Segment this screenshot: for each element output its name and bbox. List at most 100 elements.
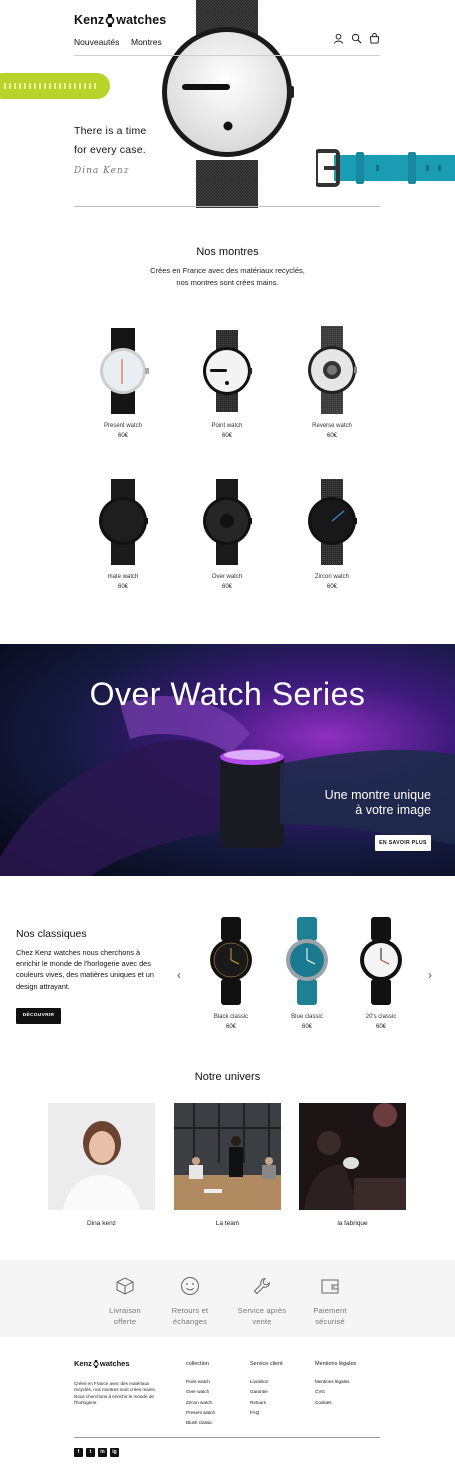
footer-link[interactable]: Over watch — [186, 1389, 215, 1394]
feature-line-1: Service après — [237, 1306, 287, 1315]
footer-link[interactable]: Mentions légales — [315, 1379, 356, 1384]
classics-description: Chez Kenz watches nous cherchons à enric… — [16, 948, 154, 991]
product-price: 60€ — [221, 433, 232, 439]
product-card-reverse[interactable]: Reverse watch 60€ — [282, 326, 382, 439]
linkedin-icon[interactable]: in — [98, 1448, 107, 1457]
feature-secure-payment: Paiement sécurisé — [291, 1276, 369, 1327]
feature-line-2: sécurisé — [315, 1317, 345, 1326]
product-name: Over watch — [211, 574, 243, 580]
mate-watch-image — [99, 479, 148, 565]
nav-montres[interactable]: Montres — [131, 37, 162, 47]
banner-subtitle: Une montre unique à votre image — [325, 788, 431, 818]
discover-button[interactable]: DÉCOUVRIR — [16, 1008, 61, 1024]
footer-col-title: collection — [186, 1361, 209, 1367]
footer-link[interactable]: Garantie — [250, 1389, 283, 1394]
present-watch-image — [100, 328, 149, 414]
founder-photo — [48, 1103, 155, 1210]
logo-text-left: Kenz — [74, 13, 105, 27]
header-icons — [333, 33, 380, 44]
box-icon — [116, 1277, 134, 1295]
collection-subtitle-2: nos montres sont crées mains. — [176, 278, 279, 287]
cart-icon[interactable] — [369, 33, 380, 44]
hero-watch-image — [162, 0, 294, 208]
zircon-watch-image — [308, 479, 357, 565]
univers-card-founder[interactable]: Dina kenz — [48, 1103, 155, 1227]
feature-line-1: Paiement — [313, 1306, 347, 1315]
product-card-zircon[interactable]: Zircon watch 60€ — [282, 477, 382, 590]
lime-strap-image — [0, 73, 110, 99]
hero: Kenz watches Nouveautés Montres There is… — [0, 0, 455, 210]
banner-title: Over Watch Series — [89, 676, 366, 712]
product-card-point[interactable]: Point watch 60€ — [177, 326, 277, 439]
footer-logo[interactable]: Kenz watches — [74, 1359, 130, 1368]
feature-after-sales: Service après vente — [223, 1276, 301, 1327]
footer-col-title: Mentions légales — [315, 1361, 357, 1367]
social-links: f t in ig — [74, 1448, 119, 1457]
footer-link[interactable]: FAQ — [250, 1410, 283, 1415]
logo-text-right: watches — [116, 13, 167, 27]
footer-link[interactable]: Blush classic — [186, 1420, 215, 1425]
logo-watch-icon — [105, 13, 115, 27]
smiley-icon — [181, 1277, 199, 1295]
20s-classic-image — [360, 917, 402, 1005]
teal-strap-image — [316, 149, 455, 187]
product-name: Point watch — [211, 423, 243, 429]
footer-divider — [74, 1437, 380, 1438]
footer-link[interactable]: CVG — [315, 1389, 356, 1394]
univers-card-team[interactable]: La team — [174, 1103, 281, 1227]
univers-title: Notre univers — [194, 1071, 261, 1083]
product-card-mate[interactable]: mate watch 60€ — [73, 477, 173, 590]
univers-card-label: Dina kenz — [87, 1220, 116, 1227]
banner-subtitle-line-2: à votre image — [355, 803, 431, 817]
product-price: 60€ — [117, 433, 128, 439]
wallet-icon — [321, 1279, 339, 1294]
classics-title: Nos classiques — [16, 928, 87, 940]
product-name: Present watch — [103, 423, 143, 429]
user-icon[interactable] — [333, 33, 344, 44]
learn-more-button[interactable]: EN SAVOIR PLUS — [375, 835, 431, 851]
classic-name: 20's classic — [365, 1014, 397, 1020]
product-name: Reverse watch — [312, 423, 352, 429]
header-divider — [74, 55, 380, 56]
hero-divider — [74, 206, 380, 207]
footer-link[interactable]: Livraison — [250, 1379, 283, 1384]
footer-link[interactable]: Retours — [250, 1400, 283, 1405]
univers-card-label: la fabrique — [337, 1220, 368, 1227]
footer-about: Crées en France avec des matériaux recyc… — [74, 1381, 156, 1406]
classic-price: 60€ — [375, 1024, 386, 1030]
point-watch-image — [203, 330, 252, 412]
reverse-watch-image — [308, 326, 357, 414]
footer-logo-left: Kenz — [74, 1359, 92, 1368]
collection-subtitle-1: Crées en France avec des matériaux recyc… — [150, 266, 305, 275]
footer-link[interactable]: Cookies — [315, 1400, 356, 1405]
team-photo — [174, 1103, 281, 1210]
product-card-over[interactable]: Over watch 60€ — [177, 477, 277, 590]
brand-logo[interactable]: Kenz watches — [74, 13, 166, 27]
nav-nouveautes[interactable]: Nouveautés — [74, 37, 119, 47]
feature-line-2: échanges — [172, 1317, 208, 1326]
footer-col-service: Service client Livraison Garantie Retour… — [250, 1361, 283, 1420]
footer-col-title: Service client — [250, 1361, 283, 1367]
classic-card-20s[interactable]: 20's classic 60€ — [331, 915, 431, 1030]
facebook-icon[interactable]: f — [74, 1448, 83, 1457]
footer-link[interactable]: Present watch — [186, 1410, 215, 1415]
product-name: Zircon watch — [314, 574, 349, 580]
product-card-present[interactable]: Present watch 60€ — [73, 326, 173, 439]
footer-col-collection: collection Point watch Over watch Zircon… — [186, 1361, 215, 1430]
product-price: 60€ — [326, 584, 337, 590]
banner-subtitle-line-1: Une montre unique — [324, 788, 431, 802]
footer-col-legal: Mentions légales Mentions légales CVG Co… — [315, 1361, 356, 1410]
instagram-icon[interactable]: ig — [110, 1448, 119, 1457]
product-price: 60€ — [221, 584, 232, 590]
univers-card-label: La team — [215, 1220, 240, 1227]
footer-logo-right: watches — [99, 1359, 130, 1368]
feature-line-1: Retours et — [171, 1306, 209, 1315]
feature-returns: Retours et échanges — [151, 1276, 229, 1327]
product-name: mate watch — [107, 574, 139, 580]
twitter-icon[interactable]: t — [86, 1448, 95, 1457]
footer-link[interactable]: Zircon watch — [186, 1400, 215, 1405]
univers-card-workshop[interactable]: la fabrique — [299, 1103, 406, 1227]
footer-link[interactable]: Point watch — [186, 1379, 215, 1384]
search-icon[interactable] — [351, 33, 362, 44]
product-price: 60€ — [117, 584, 128, 590]
